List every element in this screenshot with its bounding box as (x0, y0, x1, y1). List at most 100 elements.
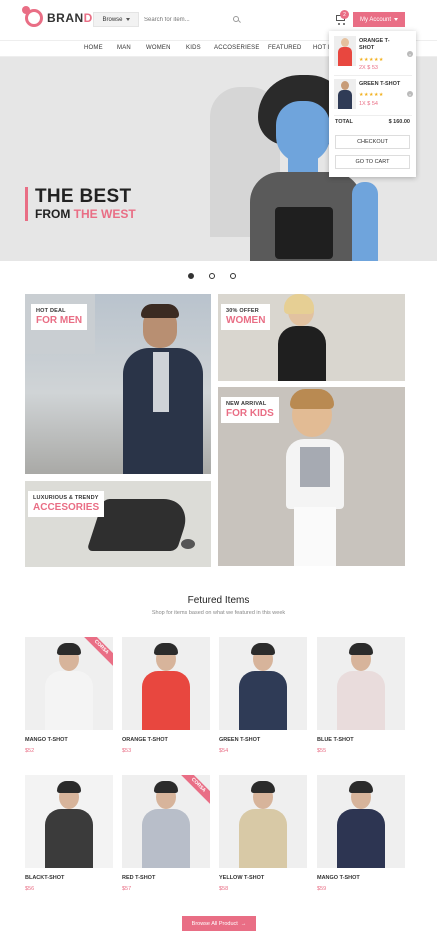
cart-item-name: GREEN T-SHOT (359, 81, 401, 87)
promo-small-text: LUXURIOUS & TRENDY (33, 495, 99, 501)
promo-big-text: FOR KIDS (226, 408, 274, 419)
divider (334, 75, 412, 76)
promo-tile-women[interactable]: 30% OFFER WOMEN (218, 294, 405, 381)
promo-big-text: FOR MEN (36, 315, 83, 326)
product-ribbon: CORSA (79, 637, 113, 670)
model-hair (57, 643, 81, 655)
product-card[interactable]: YELLOW T-SHOT $58 (219, 775, 307, 892)
promo-big-text: ACCESORIES (33, 502, 100, 513)
arrow-right-icon: → (240, 920, 247, 927)
browse-all-label: Browse All Product (191, 920, 238, 927)
slider-dot[interactable] (188, 273, 194, 279)
model-shirt (142, 671, 190, 730)
product-image[interactable] (25, 775, 113, 868)
product-price: $52 (25, 748, 35, 754)
model-shirt (337, 671, 385, 730)
product-image[interactable]: CORSA (25, 637, 113, 730)
brand-logo-icon (22, 6, 43, 27)
remove-item-icon[interactable]: × (407, 91, 413, 97)
product-name[interactable]: GREEN T-SHOT (219, 737, 307, 743)
product-image[interactable] (219, 637, 307, 730)
featured-subtitle: Shop for items based on what we featured… (151, 610, 286, 616)
slider-dots (188, 273, 236, 279)
model-hair (251, 781, 275, 793)
product-price: $55 (317, 748, 327, 754)
remove-item-icon[interactable]: × (407, 51, 413, 57)
product-name[interactable]: MANGO T-SHOT (317, 875, 405, 881)
slider-dot[interactable] (209, 273, 215, 279)
product-image[interactable] (317, 637, 405, 730)
cart-item-thumbnail (334, 79, 356, 109)
product-price: $59 (317, 886, 327, 892)
product-card[interactable]: CORSA MANGO T-SHOT $52 (25, 637, 113, 754)
promo-tile-men[interactable]: HOT DEAL FOR MEN (25, 294, 211, 474)
promo-small-text: HOT DEAL (36, 308, 66, 314)
brand-logo[interactable]: BRAND (22, 6, 93, 27)
product-image[interactable]: CORSA (122, 775, 210, 868)
product-image[interactable] (219, 775, 307, 868)
divider (334, 115, 412, 116)
nav-item-man[interactable]: MAN (117, 45, 131, 51)
product-price: $58 (219, 886, 229, 892)
cart-item[interactable]: GREEN T-SHOT ★★★★★ 1X $ 54 × (334, 79, 413, 117)
model-hair (349, 781, 373, 793)
hero-model-face (276, 101, 330, 163)
hero-model-arm (352, 182, 378, 261)
cart-wheel-icon (338, 23, 340, 25)
browse-dropdown[interactable]: Browse (93, 12, 139, 27)
hero-text: THE BEST FROM THE WEST (25, 187, 136, 221)
promo-big-text: WOMEN (226, 315, 266, 326)
promo-label: HOT DEAL FOR MEN (31, 304, 88, 330)
product-name[interactable]: ORANGE T-SHOT (122, 737, 210, 743)
search-icon[interactable] (233, 16, 239, 22)
go-to-cart-button[interactable]: GO TO CART (335, 155, 410, 169)
product-name[interactable]: BLACKT-SHOT (25, 875, 113, 881)
chevron-down-icon (394, 18, 398, 21)
model-hair (154, 643, 178, 655)
browse-all-button[interactable]: Browse All Product → (182, 916, 256, 931)
my-account-button[interactable]: My Account (353, 12, 405, 27)
promo-small-text: 30% OFFER (226, 308, 259, 314)
cart-item-name: ORANGE T-SHOT (359, 38, 390, 51)
promo-tile-accessories[interactable]: LUXURIOUS & TRENDY ACCESORIES (25, 481, 211, 567)
promo-small-text: NEW ARRIVAL (226, 401, 267, 407)
cart-wheel-icon (343, 23, 345, 25)
slider-dot[interactable] (230, 273, 236, 279)
checkout-button[interactable]: CHECKOUT (335, 135, 410, 149)
product-name[interactable]: BLUE T-SHOT (317, 737, 405, 743)
model-hair (349, 643, 373, 655)
model-shirt (337, 809, 385, 868)
cart-item[interactable]: ORANGE T-SHOT ★★★★★ 2X $ 53 × (334, 36, 413, 74)
product-card[interactable]: ORANGE T-SHOT $53 (122, 637, 210, 754)
nav-item-home[interactable]: HOME (84, 45, 103, 51)
product-ribbon: CORSA (176, 775, 210, 808)
nav-item-accessories[interactable]: ACCOSERIESE (214, 45, 260, 51)
model-shirt (239, 809, 287, 868)
model-hair (251, 643, 275, 655)
cart-item-qty-price: 2X $ 53 (359, 65, 378, 71)
product-card[interactable]: GREEN T-SHOT $54 (219, 637, 307, 754)
promo-tile-kids[interactable]: NEW ARRIVAL FOR KIDS (218, 387, 405, 566)
product-price: $57 (122, 886, 132, 892)
product-card[interactable]: BLACKT-SHOT $56 (25, 775, 113, 892)
product-name[interactable]: RED T-SHOT (122, 875, 210, 881)
model-shirt (142, 809, 190, 868)
nav-item-women[interactable]: WOMEN (146, 45, 171, 51)
search-box (139, 12, 245, 27)
featured-title: Fetured Items (187, 595, 250, 606)
product-card[interactable]: CORSA RED T-SHOT $57 (122, 775, 210, 892)
nav-item-kids[interactable]: KIDS (186, 45, 201, 51)
product-card[interactable]: BLUE T-SHOT $55 (317, 637, 405, 754)
hero-shirt-print (275, 207, 333, 259)
product-image[interactable] (122, 637, 210, 730)
product-price: $56 (25, 886, 35, 892)
search-input[interactable] (144, 16, 232, 23)
product-image[interactable] (317, 775, 405, 868)
rating-stars-icon: ★★★★★ (359, 92, 384, 98)
product-name[interactable]: MANGO T-SHOT (25, 737, 113, 743)
product-card[interactable]: MANGO T-SHOT $59 (317, 775, 405, 892)
cart-total-label: TOTAL (335, 119, 353, 125)
my-account-label: My Account (359, 16, 391, 23)
nav-item-featured[interactable]: FEATURED (268, 45, 302, 51)
product-name[interactable]: YELLOW T-SHOT (219, 875, 307, 881)
